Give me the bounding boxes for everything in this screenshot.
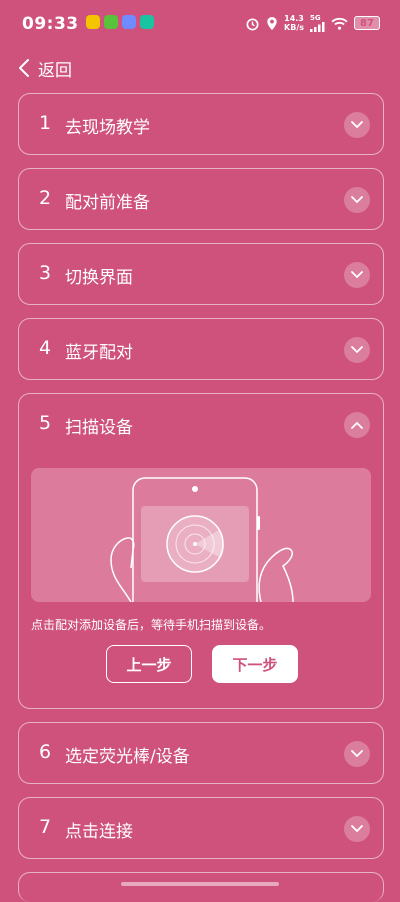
step-number: 5	[39, 412, 52, 434]
status-bar: 09:33 14.3 KB/s 5G 87	[0, 0, 400, 48]
step-number: 4	[39, 337, 52, 359]
chevron-down-icon[interactable]	[344, 741, 370, 767]
back-label: 返回	[38, 60, 72, 81]
step-header[interactable]: 4 蓝牙配对	[19, 319, 383, 381]
previous-step-button[interactable]: 上一步	[106, 645, 192, 683]
step-card-3[interactable]: 3 切换界面	[18, 243, 384, 305]
chevron-down-icon[interactable]	[344, 187, 370, 213]
battery-indicator: 87	[354, 16, 380, 30]
step-number: 1	[39, 112, 52, 134]
signal-icon	[310, 22, 325, 32]
notification-icons	[86, 15, 154, 29]
step-title: 蓝牙配对	[65, 343, 133, 363]
step-card-5[interactable]: 5 扫描设备 点击配对添加设备后，等待手机扫描到设备。 上一步 下一步	[18, 393, 384, 709]
step-card-6[interactable]: 6 选定荧光棒/设备	[18, 722, 384, 784]
wifi-icon	[331, 17, 348, 30]
chevron-up-icon[interactable]	[344, 412, 370, 438]
net-speed: 14.3 KB/s	[284, 14, 304, 32]
step-card-partial	[18, 872, 384, 902]
chevron-left-icon	[19, 59, 29, 77]
signal-type: 5G	[310, 14, 321, 22]
chevron-down-icon[interactable]	[344, 262, 370, 288]
step-number: 2	[39, 187, 52, 209]
status-right: 14.3 KB/s 5G 87	[245, 14, 380, 32]
step-hint-text: 点击配对添加设备后，等待手机扫描到设备。	[31, 618, 272, 632]
next-step-button[interactable]: 下一步	[212, 645, 298, 683]
app-notification-icon	[104, 15, 118, 29]
step-header[interactable]: 5 扫描设备	[19, 394, 383, 456]
step-title: 配对前准备	[65, 193, 150, 213]
app-notification-icon	[140, 15, 154, 29]
step-number: 7	[39, 816, 52, 838]
phone-scan-illustration	[110, 477, 294, 602]
step-title: 扫描设备	[65, 418, 133, 438]
status-time: 09:33	[22, 14, 79, 34]
step-card-1[interactable]: 1 去现场教学	[18, 93, 384, 155]
net-speed-unit: KB/s	[284, 23, 304, 32]
step-card-2[interactable]: 2 配对前准备	[18, 168, 384, 230]
step-header[interactable]: 7 点击连接	[19, 798, 383, 860]
step-title: 去现场教学	[65, 118, 150, 138]
step-title: 点击连接	[65, 822, 133, 842]
app-notification-icon	[86, 15, 100, 29]
alarm-icon	[246, 17, 259, 30]
step-number: 3	[39, 262, 52, 284]
step-card-7[interactable]: 7 点击连接	[18, 797, 384, 859]
location-icon	[267, 16, 277, 30]
step-header[interactable]: 6 选定荧光棒/设备	[19, 723, 383, 785]
home-indicator[interactable]	[121, 882, 279, 886]
back-button[interactable]: 返回	[18, 56, 72, 81]
chevron-down-icon[interactable]	[344, 816, 370, 842]
chevron-down-icon[interactable]	[344, 112, 370, 138]
step-header[interactable]: 2 配对前准备	[19, 169, 383, 231]
step-number: 6	[39, 741, 52, 763]
step-title: 选定荧光棒/设备	[65, 747, 190, 767]
step-card-4[interactable]: 4 蓝牙配对	[18, 318, 384, 380]
scan-illustration	[31, 468, 371, 602]
chevron-down-icon[interactable]	[344, 337, 370, 363]
step-header[interactable]: 1 去现场教学	[19, 94, 383, 156]
app-notification-icon	[122, 15, 136, 29]
step-title: 切换界面	[65, 268, 133, 288]
step-header[interactable]: 3 切换界面	[19, 244, 383, 306]
cell-signal: 5G	[310, 14, 325, 32]
net-speed-value: 14.3	[284, 14, 304, 23]
